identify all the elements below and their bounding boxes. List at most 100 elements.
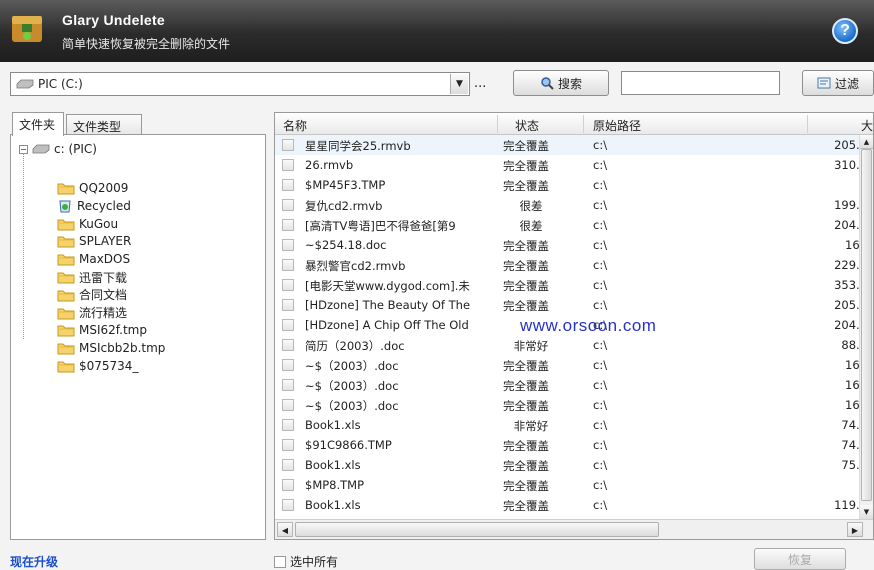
search-button[interactable]: 搜索: [513, 70, 609, 96]
file-status: 非常好: [513, 339, 549, 353]
tree-item[interactable]: 流行精选: [57, 304, 127, 322]
file-status: 完全覆盖: [503, 159, 549, 173]
tree-item[interactable]: 合同文档: [57, 286, 127, 304]
search-input[interactable]: [621, 71, 780, 95]
table-row[interactable]: $91C9866.TMP 完全覆盖 c:\ 74.0: [275, 435, 867, 455]
table-row[interactable]: Book1.xls 非常好 c:\ 74.0: [275, 415, 867, 435]
file-path: c:\: [593, 438, 608, 452]
tree-item[interactable]: 迅雷下载: [57, 268, 127, 286]
row-checkbox[interactable]: [282, 159, 294, 171]
upgrade-link[interactable]: 现在升级: [10, 553, 58, 570]
tab-file-types[interactable]: 文件类型: [66, 114, 142, 136]
tab-folders[interactable]: 文件夹: [12, 112, 64, 136]
filter-button[interactable]: 过滤: [802, 70, 874, 96]
folder-icon: [57, 219, 75, 231]
row-checkbox[interactable]: [282, 459, 294, 471]
row-checkbox[interactable]: [282, 439, 294, 451]
help-button[interactable]: ?: [832, 18, 858, 44]
column-divider[interactable]: [497, 115, 498, 133]
file-status: 完全覆盖: [503, 459, 549, 473]
file-status: 完全覆盖: [503, 179, 549, 193]
file-path: c:\: [593, 378, 608, 392]
scroll-up-icon[interactable]: ▲: [860, 135, 873, 149]
row-checkbox[interactable]: [282, 139, 294, 151]
app-subtitle: 简单快速恢复被完全删除的文件: [62, 37, 231, 51]
table-row[interactable]: 暴烈警官cd2.rmvb 完全覆盖 c:\ 229.1: [275, 255, 867, 275]
file-status: 完全覆盖: [503, 439, 549, 453]
tree-item[interactable]: MSI62f.tmp: [57, 321, 147, 339]
row-checkbox[interactable]: [282, 239, 294, 251]
browse-button[interactable]: ...: [474, 76, 486, 91]
table-row[interactable]: [高清TV粤语]巴不得爸爸[第9 很差 c:\ 204.9: [275, 215, 867, 235]
table-row[interactable]: $MP8.TMP完全覆盖c:\0: [275, 475, 867, 495]
row-checkbox[interactable]: [282, 419, 294, 431]
table-row[interactable]: ~$（2003）.doc 完全覆盖 c:\ 162: [275, 355, 867, 375]
tree-item[interactable]: MSIcbb2b.tmp: [57, 339, 165, 357]
tree-item-label: MSIcbb2b.tmp: [79, 341, 166, 356]
file-path: c:\: [593, 498, 608, 512]
file-path: c:\: [593, 238, 608, 252]
select-all-checkbox[interactable]: 选中所有: [274, 553, 338, 570]
table-row[interactable]: Book1.xls 完全覆盖 c:\ 119.0: [275, 495, 867, 515]
row-checkbox[interactable]: [282, 299, 294, 311]
tree-item[interactable]: QQ2009: [57, 179, 128, 197]
row-checkbox[interactable]: [282, 259, 294, 271]
column-name[interactable]: 名称: [283, 117, 307, 134]
table-row[interactable]: [电影天堂www.dygod.com].未 完全覆盖 c:\ 353.2: [275, 275, 867, 295]
row-checkbox[interactable]: [282, 279, 294, 291]
drive-select[interactable]: PIC (C:) ▼: [10, 72, 470, 96]
table-row[interactable]: ~$（2003）.doc 完全覆盖 c:\ 162: [275, 395, 867, 415]
tree-root[interactable]: − c: (PIC): [19, 142, 97, 156]
table-row[interactable]: $MP45F3.TMP完全覆盖c:\0: [275, 175, 867, 195]
horizontal-scrollbar[interactable]: ◀ ▶: [275, 519, 873, 539]
tree-item-label: 合同文档: [79, 288, 128, 303]
table-row[interactable]: 26.rmvb 完全覆盖 c:\ 310.7: [275, 155, 867, 175]
tree-item[interactable]: $075734_: [57, 357, 138, 375]
scroll-down-icon[interactable]: ▼: [860, 505, 873, 519]
column-divider[interactable]: [807, 115, 808, 133]
row-checkbox[interactable]: [282, 179, 294, 191]
table-row[interactable]: 复仇cd2.rmvb 很差 c:\ 199.6: [275, 195, 867, 215]
scroll-thumb[interactable]: [861, 149, 872, 501]
column-path[interactable]: 原始路径: [593, 117, 641, 134]
row-checkbox[interactable]: [282, 479, 294, 491]
scroll-left-icon[interactable]: ◀: [277, 522, 293, 537]
table-row[interactable]: ~$（2003）.doc 完全覆盖 c:\ 162: [275, 375, 867, 395]
row-checkbox[interactable]: [282, 399, 294, 411]
table-row[interactable]: 星星同学会25.rmvb 完全覆盖 c:\ 205.1: [275, 135, 867, 155]
row-checkbox[interactable]: [282, 319, 294, 331]
vertical-scrollbar[interactable]: ▲ ▼: [859, 135, 873, 519]
column-status[interactable]: 状态: [515, 117, 539, 134]
column-size[interactable]: 大: [861, 117, 873, 134]
scroll-thumb-horizontal[interactable]: [295, 522, 659, 537]
file-name: ~$254.18.doc: [305, 238, 387, 252]
search-button-label: 搜索: [557, 76, 582, 91]
tree-item[interactable]: MaxDOS: [57, 250, 130, 268]
file-status: 完全覆盖: [503, 379, 549, 393]
file-name: 简历（2003）.doc: [305, 339, 405, 353]
chevron-down-icon[interactable]: ▼: [450, 74, 468, 94]
table-row[interactable]: Book1.xls 完全覆盖 c:\ 75.0: [275, 455, 867, 475]
file-status: 完全覆盖: [503, 299, 549, 313]
checkbox-icon[interactable]: [274, 555, 286, 568]
column-header: 名称 状态 原始路径 大: [275, 113, 873, 135]
tree-item[interactable]: Recycled: [57, 197, 131, 215]
table-row[interactable]: ~$254.18.doc 完全覆盖 c:\ 162: [275, 235, 867, 255]
table-row[interactable]: 简历（2003）.doc 非常好 c:\ 88.0: [275, 335, 867, 355]
row-checkbox[interactable]: [282, 339, 294, 351]
scroll-right-icon[interactable]: ▶: [847, 522, 863, 537]
row-checkbox[interactable]: [282, 219, 294, 231]
column-divider[interactable]: [583, 115, 584, 133]
row-checkbox[interactable]: [282, 199, 294, 211]
file-status: 完全覆盖: [503, 279, 549, 293]
file-status: 很差: [519, 219, 543, 233]
tree-item[interactable]: SPLAYER: [57, 232, 131, 250]
row-checkbox[interactable]: [282, 359, 294, 371]
tree-item[interactable]: KuGou: [57, 215, 118, 233]
file-status: 完全覆盖: [503, 239, 549, 253]
restore-button[interactable]: 恢复: [754, 548, 846, 570]
file-path: c:\: [593, 158, 608, 172]
table-row[interactable]: [HDzone] The Beauty Of The G 完全覆盖 c:\ 205.2: [275, 295, 867, 315]
row-checkbox[interactable]: [282, 379, 294, 391]
row-checkbox[interactable]: [282, 499, 294, 511]
